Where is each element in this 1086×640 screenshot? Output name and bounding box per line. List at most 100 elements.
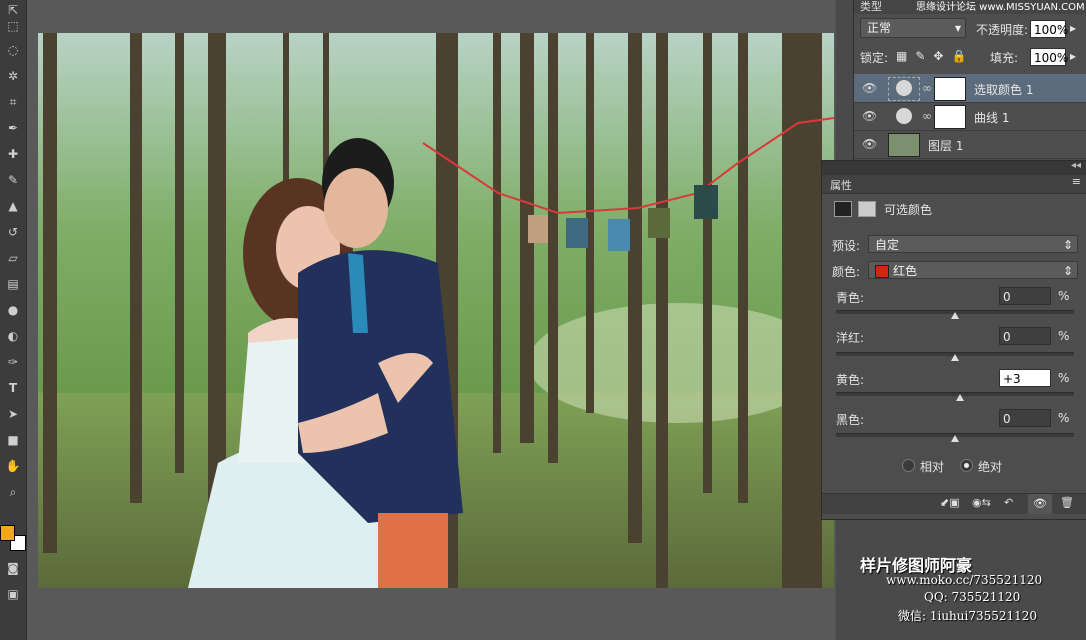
relative-label: 相对	[920, 460, 945, 474]
watermark-wechat: 微信: 1iuhui735521120	[898, 609, 1038, 623]
fill-arrow-icon[interactable]: ▸	[1070, 49, 1076, 63]
panel-menu-icon[interactable]: ≡	[1072, 175, 1081, 188]
screen-mode-icon[interactable]: ▣	[3, 584, 23, 604]
view-previous-icon[interactable]: ◉⇆	[972, 496, 991, 509]
color-select[interactable]: 红色 ⇕	[868, 261, 1078, 279]
crop-tool-icon[interactable]: ⌗	[3, 92, 23, 112]
fill-input[interactable]: 100%	[1030, 48, 1068, 66]
toggle-visibility-icon[interactable]: 👁	[1028, 494, 1052, 514]
eyedropper-tool-icon[interactable]: ✒	[3, 118, 23, 138]
dodge-tool-icon[interactable]: ◐	[3, 326, 23, 346]
lasso-tool-icon[interactable]: ◌	[3, 40, 23, 60]
pen-tool-icon[interactable]: ✑	[3, 352, 23, 372]
hand-tool-icon[interactable]: ✋	[3, 456, 23, 476]
adjustment-circle-icon	[896, 108, 912, 124]
magenta-input[interactable]: 0	[999, 327, 1051, 345]
properties-panel: ◂◂ 属性 ≡ 可选颜色 预设: 自定 ⇕ 颜色: 红色 ⇕ 青色: 0 % 洋红…	[821, 160, 1086, 520]
history-brush-icon[interactable]: ↺	[3, 222, 23, 242]
stamp-tool-icon[interactable]: ▲	[3, 196, 23, 216]
chain-link-icon: ∞	[922, 81, 932, 95]
yellow-label: 黄色:	[836, 373, 865, 387]
percent-sign: %	[1058, 371, 1070, 385]
shape-tool-icon[interactable]: ■	[3, 430, 23, 450]
blur-tool-icon[interactable]: ●	[3, 300, 23, 320]
brush-tool-icon[interactable]: ✎	[3, 170, 23, 190]
blend-mode-select[interactable]: 正常 ▾	[860, 18, 966, 38]
black-input[interactable]: 0	[999, 409, 1051, 427]
properties-tab[interactable]: 属性	[830, 177, 852, 193]
black-slider-knob[interactable]	[951, 435, 959, 442]
lock-label: 锁定:	[860, 51, 889, 65]
magenta-label: 洋红:	[836, 331, 865, 345]
quick-mask-icon[interactable]: ◙	[3, 558, 23, 578]
visibility-eye-icon[interactable]: 👁	[862, 109, 877, 123]
gradient-tool-icon[interactable]: ▤	[3, 274, 23, 294]
tools-panel: ⇱ ⬚ ◌ ✲ ⌗ ✒ ✚ ✎ ▲ ↺ ▱ ▤ ● ◐ ✑ T ➤ ■ ✋ ⌕ …	[0, 0, 27, 640]
color-value: 红色	[893, 264, 918, 278]
yellow-input[interactable]: +3	[999, 369, 1051, 387]
absolute-label: 绝对	[978, 460, 1003, 474]
reset-icon[interactable]: ↶	[1004, 496, 1013, 509]
black-label: 黑色:	[836, 413, 865, 427]
layer-row-image[interactable]: 👁 图层 1	[854, 130, 1086, 159]
opacity-arrow-icon[interactable]: ▸	[1070, 21, 1076, 35]
yellow-slider-knob[interactable]	[955, 394, 964, 401]
percent-sign: %	[1058, 329, 1070, 343]
foreground-color-swatch[interactable]	[0, 525, 15, 541]
clip-to-layer-icon[interactable]: ⬋▣	[940, 496, 960, 509]
blend-mode-value: 正常	[867, 21, 892, 35]
absolute-radio[interactable]	[960, 459, 973, 472]
image-thumb	[888, 133, 920, 157]
cyan-slider-knob[interactable]	[951, 312, 959, 319]
opacity-input[interactable]: 100%	[1030, 20, 1068, 38]
healing-brush-icon[interactable]: ✚	[3, 144, 23, 164]
preset-value: 自定	[875, 238, 900, 252]
adjustment-type-icon[interactable]	[834, 201, 852, 217]
chain-link-icon: ∞	[922, 109, 932, 123]
layer-row-curves[interactable]: 👁 ∞ 曲线 1	[854, 102, 1086, 131]
document-photo	[38, 33, 834, 588]
cyan-input[interactable]: 0	[999, 287, 1051, 305]
red-swatch-icon	[875, 265, 889, 278]
panel-header-strip: ◂◂	[822, 160, 1086, 175]
layer-name: 曲线 1	[974, 111, 1010, 125]
collapse-icon[interactable]: ◂◂	[1071, 160, 1081, 171]
relative-radio[interactable]	[902, 459, 915, 472]
visibility-eye-icon[interactable]: 👁	[862, 137, 877, 151]
visibility-eye-icon[interactable]: 👁	[862, 81, 877, 95]
mask-icon[interactable]	[858, 201, 876, 217]
watermark-url: www.moko.cc/735521120	[886, 573, 1043, 587]
zoom-tool-icon[interactable]: ⌕	[3, 482, 23, 502]
site-watermark: 思缘设计论坛 www.MISSYUAN.COM	[916, 2, 1085, 13]
forest-couple-photo	[38, 33, 834, 588]
type-tool-icon[interactable]: T	[3, 378, 23, 398]
chevron-updown-icon: ⇕	[1062, 264, 1073, 278]
trash-icon[interactable]: 🗑	[1060, 496, 1074, 509]
layer-row-selective-color[interactable]: 👁 ∞ 选取颜色 1	[854, 74, 1086, 103]
adjustment-circle-icon	[896, 80, 912, 96]
opacity-label: 不透明度:	[976, 23, 1029, 37]
preset-label: 预设:	[832, 239, 861, 253]
watermark-qq: QQ: 735521120	[924, 590, 1021, 604]
adjustment-title: 可选颜色	[884, 203, 933, 217]
layer-name: 选取颜色 1	[974, 83, 1034, 97]
magenta-slider-knob[interactable]	[951, 354, 959, 361]
cyan-label: 青色:	[836, 291, 865, 305]
path-select-tool-icon[interactable]: ➤	[3, 404, 23, 424]
color-label: 颜色:	[832, 265, 861, 279]
properties-tab-bar: 属性 ≡	[822, 175, 1086, 194]
preset-select[interactable]: 自定 ⇕	[868, 235, 1078, 253]
eraser-tool-icon[interactable]: ▱	[3, 248, 23, 268]
layers-filter-bar: 类型 思缘设计论坛 www.MISSYUAN.COM	[854, 0, 1086, 14]
percent-sign: %	[1058, 289, 1070, 303]
chevron-down-icon: ▾	[954, 21, 961, 35]
layers-panel: 类型 思缘设计论坛 www.MISSYUAN.COM 正常 ▾ 不透明度: 100…	[853, 0, 1086, 160]
filter-kind-label[interactable]: 类型	[860, 0, 882, 14]
mask-thumb	[934, 77, 966, 101]
fill-label: 填充:	[990, 51, 1019, 65]
magic-wand-tool-icon[interactable]: ✲	[3, 66, 23, 86]
properties-footer: ⬋▣ ◉⇆ ↶ 👁 🗑	[822, 493, 1086, 514]
marquee-tool-icon[interactable]: ⬚	[3, 16, 23, 36]
layer-name: 图层 1	[928, 139, 964, 153]
lock-icons[interactable]: ▦✎✥🔒	[896, 49, 974, 63]
